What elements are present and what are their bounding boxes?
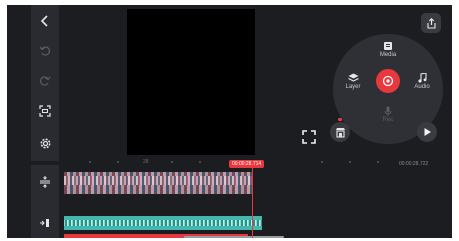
export-button[interactable] (421, 13, 441, 33)
layer-adjust-button[interactable] (31, 168, 59, 196)
capture-frame-icon (39, 105, 51, 117)
ruler-tick (171, 161, 173, 163)
audio-track-button[interactable] (31, 213, 59, 233)
playhead-time: 00:00:28.714 (229, 160, 265, 168)
media-button[interactable]: Media (373, 41, 403, 59)
media-label: Media (379, 52, 397, 58)
playhead[interactable] (252, 167, 253, 238)
gear-icon (40, 138, 50, 148)
layer-adjust-icon (40, 176, 50, 188)
undo-button[interactable] (31, 37, 59, 65)
share-export-icon (426, 17, 436, 29)
settings-button[interactable] (31, 129, 59, 157)
ruler-tick (321, 161, 323, 163)
ruler-label: 28 (143, 159, 149, 165)
voice-record-button[interactable]: Rec (373, 106, 403, 124)
audio-waveform (64, 220, 262, 226)
video-clip[interactable] (64, 172, 252, 194)
layer-icon (347, 73, 359, 82)
audio-clip[interactable] (64, 216, 262, 230)
microphone-icon (384, 106, 392, 116)
ruler-tick (377, 161, 379, 163)
layer-button[interactable]: Layer (338, 73, 368, 91)
back-button[interactable] (31, 7, 59, 35)
clip-thumbnails (64, 176, 252, 185)
media-icon (384, 42, 392, 50)
layer-label: Layer (345, 84, 361, 90)
editor-app: Media Layer Audio Rec 28 00:00:28.714 00… (7, 5, 452, 238)
audio-track-icon (40, 219, 49, 227)
fullscreen-icon (302, 130, 316, 144)
play-icon (424, 128, 431, 136)
new-badge-dot (338, 118, 342, 121)
ruler-tick (199, 161, 201, 163)
camera-shutter-icon (382, 75, 394, 87)
music-note-icon (418, 73, 427, 83)
timeline[interactable]: 28 00:00:28.714 00:00:28.722 (59, 155, 452, 238)
record-capture-button[interactable] (376, 69, 400, 93)
undo-icon (39, 46, 50, 56)
fullscreen-button[interactable] (301, 129, 317, 145)
audio-button[interactable]: Audio (407, 73, 437, 91)
capture-frame-button[interactable] (31, 97, 59, 125)
redo-icon (40, 76, 51, 86)
ruler-tick (349, 161, 351, 163)
audio-label: Audio (414, 84, 430, 90)
rec-label: Rec (382, 117, 394, 123)
ruler-tick (117, 161, 119, 163)
play-button[interactable] (417, 122, 437, 142)
timeline-scrollbar[interactable] (184, 236, 284, 238)
asset-store-icon (335, 127, 345, 138)
total-duration: 00:00:28.722 (399, 161, 429, 167)
asset-store-button[interactable] (330, 122, 350, 142)
left-toolbar (31, 5, 59, 161)
redo-button[interactable] (31, 67, 59, 95)
chevron-left-icon (40, 15, 48, 27)
ruler-tick (89, 161, 91, 163)
video-preview[interactable] (127, 9, 255, 157)
